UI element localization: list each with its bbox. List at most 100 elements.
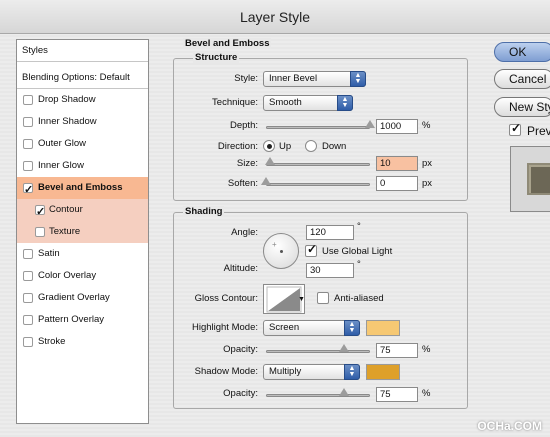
style-item-drop-shadow[interactable]: Drop Shadow	[17, 89, 148, 111]
style-item-inner-glow[interactable]: Inner Glow	[17, 155, 148, 177]
shadow-opacity-slider[interactable]	[266, 394, 370, 397]
style-label: Style:	[234, 73, 258, 84]
size-slider-thumb[interactable]	[265, 157, 276, 165]
direction-up-radio[interactable]	[263, 140, 275, 152]
style-item-label: Stroke	[38, 336, 66, 347]
styles-header[interactable]: Styles	[17, 40, 148, 62]
style-item-pattern-overlay[interactable]: Pattern Overlay	[17, 309, 148, 331]
style-item-gradient-overlay[interactable]: Gradient Overlay	[17, 287, 148, 309]
use-global-light-checkbox[interactable]	[305, 242, 317, 257]
highlight-opacity-thumb[interactable]	[339, 344, 349, 352]
contour-dropdown-icon[interactable]: ▼	[298, 296, 305, 303]
style-item-inner-shadow[interactable]: Inner Shadow	[17, 111, 148, 133]
shading-title: Shading	[183, 206, 225, 217]
highlight-mode-select[interactable]: Screen ▲ ▼	[263, 320, 360, 336]
size-unit: px	[422, 158, 433, 169]
style-item-label: Outer Glow	[38, 138, 87, 149]
watermark-text: OCHa.COM	[477, 419, 542, 433]
style-item-label: Color Overlay	[38, 270, 97, 281]
panel-title: Bevel and Emboss	[183, 38, 272, 49]
style-item-checkbox[interactable]	[23, 117, 33, 127]
dialog-title: Layer Style	[0, 0, 550, 34]
angle-label: Angle:	[231, 227, 258, 238]
size-label: Size:	[236, 158, 258, 169]
style-item-checkbox[interactable]	[23, 95, 33, 105]
soften-input[interactable]: 0	[376, 176, 418, 191]
style-select[interactable]: Inner Bevel ▲ ▼	[263, 71, 366, 87]
style-item-contour[interactable]: Contour	[17, 199, 148, 223]
new-style-button[interactable]: New Style...	[494, 97, 550, 117]
preview-checkbox[interactable]	[509, 121, 521, 136]
style-item-label: Contour	[49, 204, 83, 215]
cancel-button[interactable]: Cancel	[494, 69, 550, 89]
updown-arrows-icon: ▲ ▼	[337, 95, 353, 111]
style-item-checkbox[interactable]	[23, 139, 33, 149]
updown-arrows-icon: ▲ ▼	[344, 320, 360, 336]
style-item-bevel-and-emboss[interactable]: Bevel and Emboss	[17, 177, 148, 201]
structure-title: Structure	[193, 52, 240, 63]
style-item-label: Drop Shadow	[38, 94, 96, 105]
shadow-opacity-input[interactable]: 75	[376, 387, 418, 402]
style-item-outer-glow[interactable]: Outer Glow	[17, 133, 148, 155]
shadow-mode-label: Shadow Mode:	[194, 366, 258, 377]
highlight-color-swatch[interactable]	[366, 320, 400, 336]
style-item-checkbox[interactable]	[35, 201, 45, 223]
style-item-checkbox[interactable]	[23, 315, 33, 325]
style-item-checkbox[interactable]	[23, 293, 33, 303]
style-item-checkbox[interactable]	[23, 179, 33, 201]
soften-label: Soften:	[227, 178, 258, 189]
soften-slider[interactable]	[266, 183, 370, 186]
style-item-label: Texture	[49, 226, 81, 237]
soften-unit: px	[422, 178, 433, 189]
depth-unit: %	[422, 120, 431, 131]
direction-up-label: Up	[279, 141, 292, 152]
altitude-input[interactable]: 30	[306, 263, 354, 278]
updown-arrows-icon: ▲ ▼	[350, 71, 366, 87]
shadow-opacity-thumb[interactable]	[339, 388, 349, 396]
style-item-satin[interactable]: Satin	[17, 243, 148, 265]
highlight-opacity-input[interactable]: 75	[376, 343, 418, 358]
blending-options-item[interactable]: Blending Options: Default	[17, 67, 148, 89]
ok-button[interactable]: OK	[494, 42, 550, 62]
style-item-label: Inner Shadow	[38, 116, 97, 127]
style-item-color-overlay[interactable]: Color Overlay	[17, 265, 148, 287]
technique-label: Technique:	[212, 97, 258, 108]
styles-list: Styles Blending Options: Default Drop Sh…	[16, 39, 149, 424]
preview-swatch	[527, 163, 550, 195]
use-global-light-label: Use Global Light	[322, 246, 393, 257]
size-input[interactable]: 10	[376, 156, 418, 171]
style-item-checkbox[interactable]	[23, 271, 33, 281]
depth-label: Depth:	[230, 120, 258, 131]
style-item-label: Bevel and Emboss	[38, 182, 123, 193]
preview-label: Preview	[527, 124, 550, 138]
style-item-checkbox[interactable]	[35, 227, 45, 237]
style-item-checkbox[interactable]	[23, 337, 33, 347]
style-value: Inner Bevel	[269, 73, 318, 84]
angle-input[interactable]: 120	[306, 225, 354, 240]
shadow-opacity-unit: %	[422, 388, 431, 399]
dial-center	[280, 250, 283, 253]
highlight-opacity-label: Opacity:	[223, 344, 258, 355]
depth-input[interactable]: 1000	[376, 119, 418, 134]
altitude-unit: °	[357, 259, 361, 270]
direction-down-label: Down	[322, 141, 347, 152]
style-item-texture[interactable]: Texture	[17, 221, 148, 243]
angle-dial[interactable]: +	[263, 233, 299, 269]
style-item-checkbox[interactable]	[23, 161, 33, 171]
highlight-opacity-unit: %	[422, 344, 431, 355]
depth-slider-thumb[interactable]	[365, 120, 375, 128]
depth-slider[interactable]	[266, 126, 370, 129]
highlight-opacity-slider[interactable]	[266, 350, 370, 353]
direction-down-radio[interactable]	[305, 140, 317, 152]
size-slider[interactable]	[266, 163, 370, 166]
shadow-color-swatch[interactable]	[366, 364, 400, 380]
shadow-mode-select[interactable]: Multiply ▲ ▼	[263, 364, 360, 380]
style-item-checkbox[interactable]	[23, 249, 33, 259]
style-item-stroke[interactable]: Stroke	[17, 331, 148, 353]
technique-select[interactable]: Smooth ▲ ▼	[263, 95, 353, 111]
anti-aliased-checkbox[interactable]	[317, 292, 329, 304]
updown-arrows-icon: ▲ ▼	[344, 364, 360, 380]
soften-slider-thumb[interactable]	[261, 177, 271, 185]
direction-label: Direction:	[217, 141, 258, 152]
technique-value: Smooth	[269, 97, 302, 108]
